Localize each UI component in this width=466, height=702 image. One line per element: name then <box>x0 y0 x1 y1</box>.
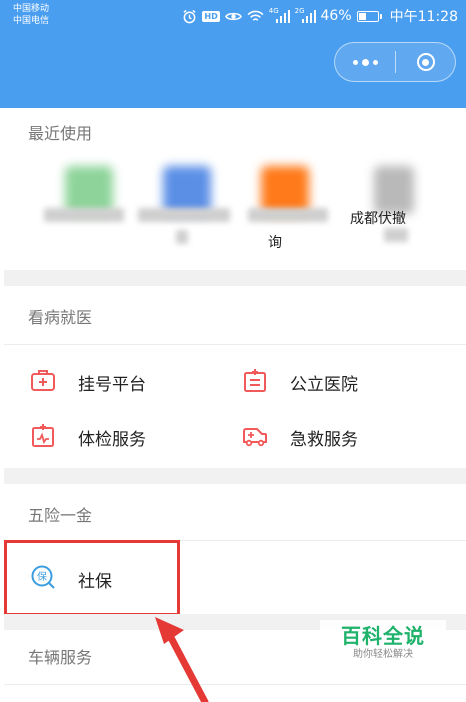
battery-percent: 46% <box>320 8 352 24</box>
network-tag-1: 4G <box>268 7 279 15</box>
section-gap <box>4 270 466 286</box>
blurred-label <box>384 228 408 242</box>
menu-label: 挂号平台 <box>78 374 146 395</box>
recent-app-icon <box>374 166 414 214</box>
blurred-label <box>44 208 124 222</box>
carrier-name-2: 中国电信 <box>13 16 50 26</box>
network-tag-2: 2G <box>294 7 305 15</box>
recent-app-icon <box>261 166 309 214</box>
menu-label: 体检服务 <box>78 429 146 450</box>
recent-app-icon <box>65 166 113 214</box>
battery-icon <box>356 10 382 22</box>
watermark-subtitle: 助你轻松解决 <box>353 649 413 660</box>
recent-item-4-label: 成都伏撤 <box>350 211 406 227</box>
section-title-medical: 看病就医 <box>28 308 93 327</box>
close-circle-icon[interactable] <box>396 53 455 71</box>
app-header: 中国移动 中国电信 HD 4G 2G 46% 中午11:28 <box>0 0 466 108</box>
watermark-logo: 百科全说 助你轻松解决 <box>320 620 446 666</box>
divider <box>4 684 466 685</box>
recent-item-3[interactable] <box>240 166 330 214</box>
status-icons: HD 4G 2G 46% 中午11:28 <box>182 6 458 26</box>
more-dots-icon[interactable] <box>335 43 395 81</box>
status-time: 中午11:28 <box>389 9 458 25</box>
section-title-recent: 最近使用 <box>28 124 93 143</box>
blurred-label <box>176 230 188 244</box>
medical-kit-icon <box>30 367 56 397</box>
annotation-arrow-icon <box>155 617 209 702</box>
mini-program-capsule <box>334 42 456 82</box>
blurred-label <box>248 208 328 222</box>
divider <box>4 344 466 345</box>
watermark-title: 百科全说 <box>341 624 425 648</box>
eye-icon <box>224 10 242 23</box>
section-title-insurance: 五险一金 <box>28 506 93 525</box>
section-title-vehicle: 车辆服务 <box>28 648 93 667</box>
menu-item-registration[interactable]: 挂号平台 <box>30 367 146 397</box>
signal-icon: 2G <box>294 7 316 23</box>
recent-app-icon <box>163 166 211 214</box>
hd-icon: HD <box>202 10 220 22</box>
battery-level-fill <box>358 12 367 20</box>
recent-item-1[interactable] <box>44 166 134 214</box>
section-gap <box>4 468 466 484</box>
ambulance-icon <box>242 422 268 452</box>
alarm-icon <box>182 9 197 24</box>
signal-icon: 4G <box>268 7 290 23</box>
blurred-label <box>138 208 230 222</box>
recent-item-2[interactable] <box>142 166 232 214</box>
wifi-icon <box>247 10 264 23</box>
highlight-annotation-box <box>4 540 180 616</box>
menu-label: 急救服务 <box>290 429 358 450</box>
menu-label: 公立医院 <box>290 374 358 395</box>
recent-item-4[interactable] <box>344 166 444 214</box>
checkup-icon <box>30 422 56 452</box>
menu-item-public-hospital[interactable]: 公立医院 <box>242 367 358 397</box>
carrier-name-1: 中国移动 <box>13 4 50 14</box>
hospital-icon <box>242 367 268 397</box>
carrier-info: 中国移动 中国电信 <box>13 3 49 27</box>
recent-item-3-label: 询 <box>268 235 282 251</box>
menu-item-emergency[interactable]: 急救服务 <box>242 422 358 452</box>
menu-item-checkup[interactable]: 体检服务 <box>30 422 146 452</box>
